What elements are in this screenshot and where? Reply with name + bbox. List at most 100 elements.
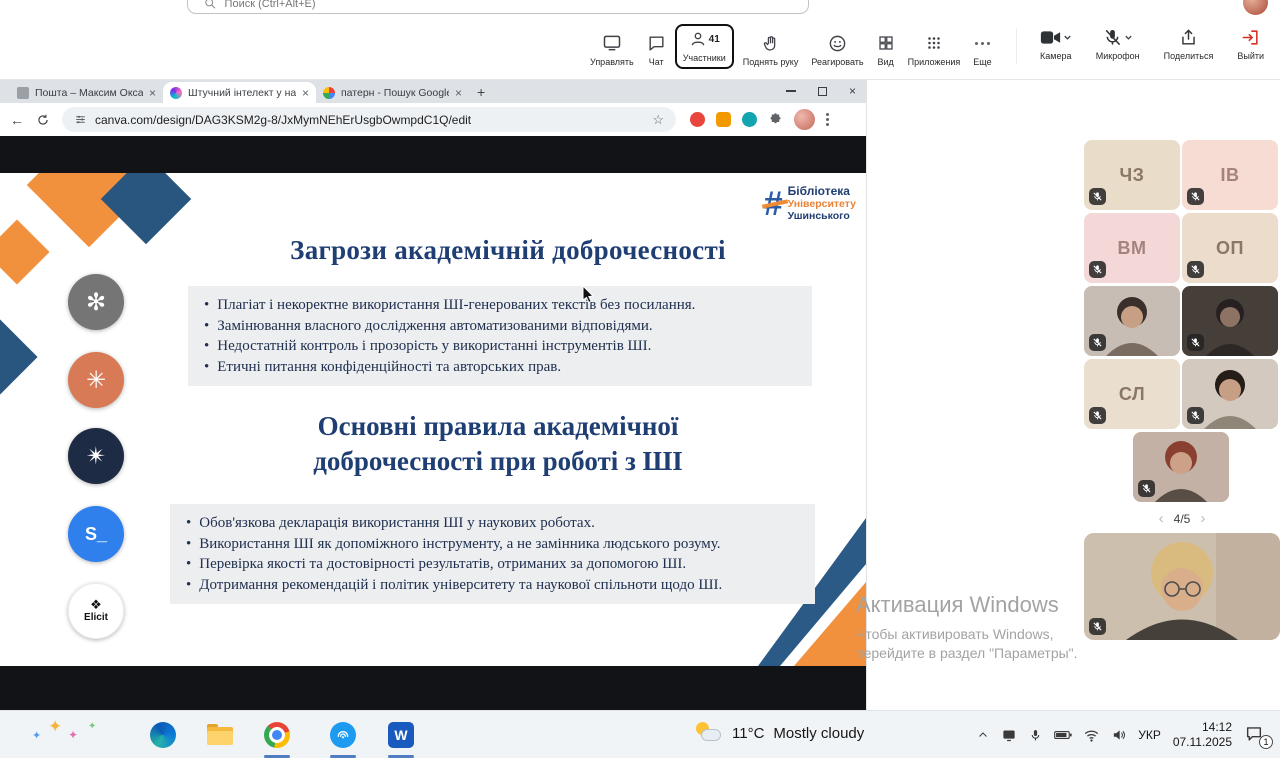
tab-close-icon[interactable]: × [302, 86, 309, 100]
reload-icon[interactable] [36, 113, 50, 127]
camera-button[interactable]: Камера [1036, 24, 1076, 63]
browser-profile-avatar[interactable] [794, 109, 815, 130]
widgets-icon[interactable]: ✦ ✦ ✦ ✦ [30, 719, 115, 751]
bookmark-star-icon[interactable]: ☆ [652, 112, 664, 128]
smiley-icon [828, 34, 847, 53]
participants-panel: Активация Windows Чтобы активировать Win… [866, 80, 1280, 710]
participants-pager: ‹ 4/5 › [1084, 510, 1280, 527]
participants-count-badge: 41 [709, 34, 720, 45]
screen: Управлять Чат 41 Участники Поднять руку … [0, 0, 1280, 758]
bullet-text: Дотримання рекомендацій і політик універ… [199, 575, 722, 596]
tab-close-icon[interactable]: × [455, 86, 462, 100]
address-bar[interactable]: canva.com/design/DAG3KSM2g-8/JxMymNEhErU… [62, 107, 676, 132]
search-input[interactable] [225, 0, 792, 10]
mic-muted-icon [1103, 28, 1122, 47]
participant-tile[interactable]: ЧЗ [1084, 140, 1180, 210]
share-button[interactable]: Поделиться [1160, 24, 1218, 63]
presentation-slide: # Бібліотека Університету Ушинського ✻ ✳… [0, 173, 866, 666]
back-icon[interactable]: ← [10, 112, 24, 128]
participants-button[interactable]: 41 Участники [675, 24, 734, 69]
title-line: Основні правила академічної [150, 409, 846, 444]
bullet-text: Плагіат і некоректне використання ШІ-ген… [217, 295, 695, 316]
apps-label: Приложения [908, 57, 961, 67]
participant-tile-video[interactable] [1182, 359, 1278, 429]
url-text: canva.com/design/DAG3KSM2g-8/JxMymNEhErU… [95, 113, 644, 127]
tray-mic-icon[interactable] [1029, 728, 1042, 743]
participant-tile[interactable]: ОП [1182, 213, 1278, 283]
system-tray: УКР 14:12 07.11.2025 1 [977, 711, 1268, 758]
next-page-icon[interactable]: › [1200, 510, 1205, 527]
mic-muted-badge [1089, 618, 1106, 635]
participant-tile-video[interactable] [1133, 432, 1229, 502]
taskbar-clock[interactable]: 14:12 07.11.2025 [1173, 720, 1232, 750]
shared-screen: Пошта – Максим Оксана Ана × Штучний інте… [0, 80, 866, 710]
browser-menu-icon[interactable] [826, 113, 829, 126]
elicit-glyph: ❖ [90, 599, 102, 612]
display-icon[interactable] [1001, 728, 1017, 743]
mic-button[interactable]: Микрофон [1092, 24, 1144, 63]
window-controls: × [786, 80, 856, 102]
extension-icon-red[interactable] [690, 112, 705, 127]
participant-tile[interactable]: ІВ [1182, 140, 1278, 210]
participant-initials: ВМ [1118, 238, 1147, 259]
puzzle-extensions-icon[interactable] [768, 112, 783, 127]
extension-icon-orange[interactable] [716, 112, 731, 127]
more-button[interactable]: Еще [969, 30, 995, 69]
minimize-icon[interactable] [786, 90, 796, 92]
speaker-icon[interactable] [1111, 728, 1126, 742]
raise-hand-button[interactable]: Поднять руку [739, 30, 803, 69]
browser-tab-mail[interactable]: Пошта – Максим Оксана Ана × [10, 82, 163, 103]
react-button[interactable]: Реагировать [807, 30, 867, 69]
list-item: Обов'язкова декларація використання ШІ у… [186, 513, 799, 534]
participant-tile-video[interactable] [1182, 286, 1278, 356]
mic-muted-badge [1187, 261, 1204, 278]
windows-activation-watermark: Активация Windows Чтобы активировать Win… [856, 592, 1094, 663]
chevron-down-icon[interactable] [1124, 33, 1133, 42]
chevron-down-icon[interactable] [1063, 33, 1072, 42]
prev-page-icon[interactable]: ‹ [1159, 510, 1164, 527]
close-icon[interactable]: × [849, 84, 856, 98]
bullet-text: Обов'язкова декларація використання ШІ у… [199, 513, 595, 534]
raise-hand-icon [762, 34, 780, 53]
browser-tabstrip: Пошта – Максим Оксана Ана × Штучний інте… [0, 80, 866, 103]
view-button[interactable]: Вид [873, 30, 899, 69]
network-icon[interactable] [1084, 729, 1099, 742]
toolbar-device-group: Камера Микрофон Поделиться Выйти [1036, 24, 1268, 63]
browser-tab-google[interactable]: патерн - Пошук Google × [316, 82, 469, 103]
keyboard-language[interactable]: УКР [1138, 728, 1161, 742]
deco-blue-diamond-edge [0, 317, 38, 396]
title-line: доброчесності при роботі з ШІ [150, 444, 846, 479]
new-tab-button[interactable]: + [477, 84, 485, 100]
maximize-icon[interactable] [818, 87, 827, 96]
manage-label: Управлять [590, 57, 634, 67]
battery-icon[interactable] [1054, 729, 1072, 741]
participant-tile-video[interactable] [1084, 286, 1180, 356]
scite-glyph: S_ [85, 525, 107, 543]
browser-tab-canva[interactable]: Штучний інтелект у науковій × [163, 82, 316, 103]
tray-expand-icon[interactable] [977, 729, 989, 741]
notification-center-icon[interactable]: 1 [1244, 724, 1268, 746]
participant-tile[interactable]: СЛ [1084, 359, 1180, 429]
participant-tile[interactable]: ВМ [1084, 213, 1180, 283]
word-glyph: W [394, 727, 407, 743]
mic-label: Микрофон [1096, 51, 1140, 61]
meeting-search[interactable] [187, 0, 809, 14]
apps-button[interactable]: Приложения [904, 30, 965, 69]
chat-button[interactable]: Чат [643, 30, 670, 69]
file-explorer-icon[interactable] [207, 722, 233, 748]
active-speaker-tile[interactable] [1084, 533, 1280, 640]
participant-initials: ЧЗ [1120, 165, 1145, 186]
meeting-app-icon[interactable] [330, 722, 356, 748]
leave-button[interactable]: Выйти [1233, 24, 1268, 63]
bullet-text: Використання ШІ як допоміжного інструмен… [199, 534, 720, 555]
watermark-title: Активация Windows [856, 592, 1094, 618]
account-avatar[interactable] [1243, 0, 1268, 15]
site-settings-icon[interactable] [74, 113, 87, 126]
chrome-icon[interactable] [264, 722, 290, 748]
manage-button[interactable]: Управлять [586, 30, 638, 69]
extension-icon-teal[interactable] [742, 112, 757, 127]
word-icon[interactable]: W [388, 722, 414, 748]
tab-close-icon[interactable]: × [149, 86, 156, 100]
weather-widget[interactable]: 11°C Mostly cloudy [695, 721, 864, 745]
edge-browser-icon[interactable] [150, 722, 176, 748]
